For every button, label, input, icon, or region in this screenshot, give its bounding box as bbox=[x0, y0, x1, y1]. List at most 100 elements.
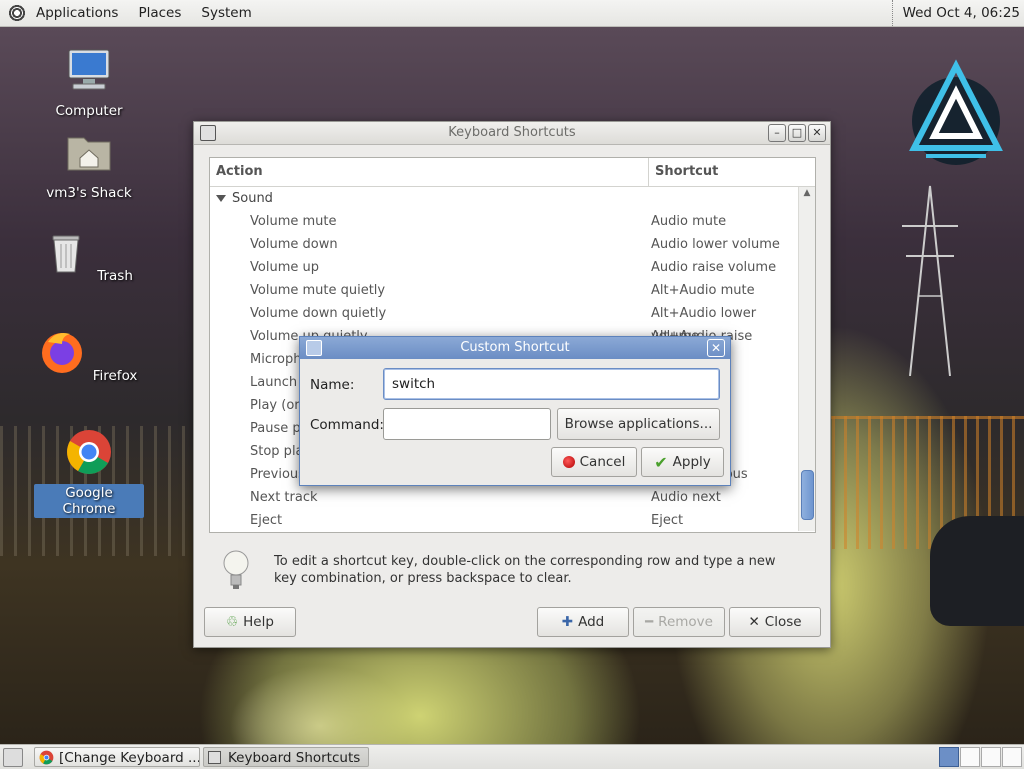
chrome-icon bbox=[67, 430, 111, 474]
tree-group-sound[interactable]: Sound bbox=[210, 187, 798, 210]
table-row[interactable]: Volume mute Audio mute bbox=[210, 210, 798, 233]
table-row[interactable]: Volume down Audio lower volume bbox=[210, 233, 798, 256]
taskbar-item-label: Keyboard Shortcuts bbox=[228, 750, 361, 766]
close-button[interactable]: ✕ Close bbox=[729, 607, 821, 637]
name-field[interactable] bbox=[383, 368, 720, 400]
menu-applications[interactable]: Applications bbox=[26, 5, 128, 21]
minus-icon: ━ bbox=[645, 614, 654, 630]
column-header-shortcut[interactable]: Shortcut bbox=[649, 158, 718, 186]
desktop-icon-home[interactable]: vm3's Shack bbox=[34, 128, 144, 202]
row-shortcut: Audio mute bbox=[651, 214, 727, 229]
table-row[interactable]: Eject Eject bbox=[210, 509, 798, 532]
desktop-icon-label: vm3's Shack bbox=[46, 185, 132, 201]
row-shortcut: Audio next bbox=[651, 490, 721, 505]
home-folder-icon bbox=[67, 137, 111, 171]
row-action: Volume mute quietly bbox=[250, 283, 386, 298]
row-shortcut: Audio lower volume bbox=[651, 237, 780, 252]
desktop-icon-computer[interactable]: Computer bbox=[34, 46, 144, 120]
cancel-button-label: Cancel bbox=[579, 454, 626, 470]
help-button-label: Help bbox=[243, 614, 274, 630]
dialog-title: Custom Shortcut bbox=[460, 340, 570, 355]
column-header-action[interactable]: Action bbox=[210, 158, 649, 186]
menu-system[interactable]: System bbox=[191, 5, 261, 21]
plus-icon: ✚ bbox=[561, 614, 574, 630]
row-action: Volume down bbox=[250, 237, 338, 252]
applications-menu-icon[interactable] bbox=[8, 4, 26, 22]
browse-applications-button[interactable]: Browse applications... bbox=[557, 408, 720, 440]
expander-down-icon[interactable] bbox=[216, 195, 226, 202]
dialog-menu-icon[interactable] bbox=[306, 340, 322, 356]
trash-icon bbox=[52, 235, 80, 273]
close-icon[interactable]: ✕ bbox=[808, 124, 826, 142]
firefox-icon bbox=[41, 333, 82, 373]
row-action: Volume up bbox=[250, 260, 319, 275]
maximize-icon[interactable]: □ bbox=[788, 124, 806, 142]
row-shortcut: Alt+Audio mute bbox=[651, 283, 755, 298]
group-label: Sound bbox=[232, 191, 273, 206]
close-icon[interactable]: ✕ bbox=[707, 339, 725, 357]
window-menu-icon[interactable] bbox=[200, 125, 216, 141]
window-icon bbox=[208, 751, 221, 764]
power-tower-icon bbox=[902, 185, 958, 376]
vertical-scrollbar[interactable]: ▲ bbox=[798, 187, 815, 531]
menu-places[interactable]: Places bbox=[128, 5, 191, 21]
tree-header: Action Shortcut bbox=[210, 158, 815, 187]
command-field[interactable] bbox=[383, 408, 551, 440]
window-controls: – □ ✕ bbox=[768, 124, 826, 142]
window-title: Keyboard Shortcuts bbox=[448, 125, 576, 140]
help-button[interactable]: ♲ Help bbox=[204, 607, 296, 637]
show-desktop-icon[interactable] bbox=[3, 748, 23, 767]
scroll-up-icon[interactable]: ▲ bbox=[799, 187, 815, 199]
workspace-4[interactable] bbox=[1002, 747, 1022, 767]
table-row[interactable]: Next track Audio next bbox=[210, 486, 798, 509]
chrome-icon bbox=[39, 750, 54, 765]
desktop-icon-trash[interactable]: Trash bbox=[34, 228, 144, 285]
row-action: Volume mute bbox=[250, 214, 337, 229]
close-button-label: Close bbox=[764, 614, 802, 630]
bottom-panel: [Change Keyboard ... Keyboard Shortcuts bbox=[0, 744, 1024, 769]
workspace-1[interactable] bbox=[939, 747, 959, 767]
command-label: Command: bbox=[310, 417, 384, 433]
remove-button-label: Remove bbox=[658, 614, 713, 630]
cancel-icon bbox=[562, 456, 575, 468]
help-icon: ♲ bbox=[226, 614, 239, 630]
row-action: Volume down quietly bbox=[250, 306, 387, 321]
window-titlebar[interactable]: Keyboard Shortcuts – □ ✕ bbox=[194, 122, 830, 145]
apply-button-label: Apply bbox=[672, 454, 711, 470]
table-row[interactable]: Volume mute quietly Alt+Audio mute bbox=[210, 279, 798, 302]
row-action: Next track bbox=[250, 490, 318, 505]
taskbar-item-keyboard-shortcuts[interactable]: Keyboard Shortcuts bbox=[203, 747, 369, 767]
workspace-switcher bbox=[939, 747, 1022, 767]
row-shortcut: Audio raise volume bbox=[651, 260, 777, 275]
cancel-button[interactable]: Cancel bbox=[551, 447, 637, 477]
browse-button-label: Browse applications... bbox=[564, 416, 713, 432]
desktop-icon-chrome[interactable]: Google Chrome bbox=[34, 428, 144, 518]
apply-button[interactable]: ✔ Apply bbox=[641, 447, 724, 477]
background-car bbox=[930, 516, 1024, 626]
name-label: Name: bbox=[310, 377, 355, 393]
dialog-titlebar[interactable]: Custom Shortcut ✕ bbox=[300, 337, 730, 359]
desktop-icon-label: Firefox bbox=[92, 368, 138, 384]
desktop-icon-label: Computer bbox=[55, 103, 123, 119]
taskbar-item-chrome[interactable]: [Change Keyboard ... bbox=[34, 747, 200, 767]
taskbar-item-label: [Change Keyboard ... bbox=[59, 750, 200, 766]
row-shortcut: Eject bbox=[651, 513, 684, 528]
workspace-2[interactable] bbox=[960, 747, 980, 767]
table-row[interactable]: Volume up Audio raise volume bbox=[210, 256, 798, 279]
row-action: Eject bbox=[250, 513, 283, 528]
desktop-icon-firefox[interactable]: Firefox bbox=[34, 328, 144, 385]
scrollbar-thumb[interactable] bbox=[801, 470, 814, 520]
workspace-3[interactable] bbox=[981, 747, 1001, 767]
top-panel: Applications Places System Wed Oct 4, 06… bbox=[0, 0, 1024, 27]
hint-text: To edit a shortcut key, double-click on … bbox=[274, 554, 776, 586]
checkmark-icon: ✔ bbox=[654, 452, 668, 472]
hint-area: To edit a shortcut key, double-click on … bbox=[222, 547, 782, 595]
close-x-icon: ✕ bbox=[748, 614, 760, 630]
remove-button[interactable]: ━ Remove bbox=[633, 607, 725, 637]
add-button[interactable]: ✚ Add bbox=[537, 607, 629, 637]
clock[interactable]: Wed Oct 4, 06:25 bbox=[891, 0, 1020, 26]
table-row[interactable]: Volume down quietlyAlt+Audio lower volum… bbox=[210, 302, 798, 344]
minimize-icon[interactable]: – bbox=[768, 124, 786, 142]
custom-shortcut-dialog: Custom Shortcut ✕ Name: Command: Browse … bbox=[299, 336, 731, 486]
desktop-icon-label: Google Chrome bbox=[34, 484, 144, 518]
